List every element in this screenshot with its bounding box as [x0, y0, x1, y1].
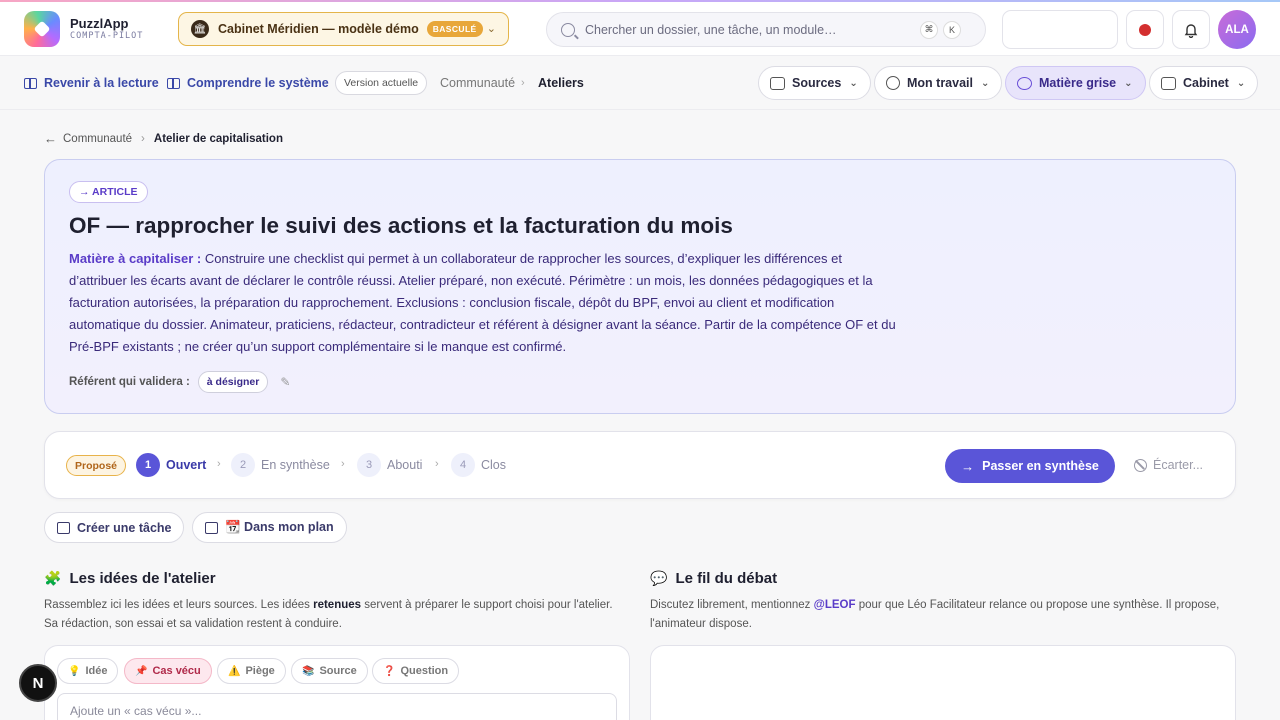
referent-value[interactable]: à désigner [197, 371, 269, 393]
breadcrumb-parent[interactable]: Communauté [63, 133, 132, 145]
idea-input[interactable] [57, 693, 617, 720]
record-button[interactable] [1126, 10, 1164, 49]
arrow-left-icon[interactable]: ← [44, 131, 57, 146]
checklist-icon [57, 521, 70, 534]
cabinet-label: Cabinet Méridien — modèle démo [218, 22, 419, 36]
subnav-crumb-parent[interactable]: Communauté [440, 76, 515, 90]
floating-action-button[interactable]: N [19, 664, 57, 702]
brain-icon [1017, 76, 1032, 90]
notifications-button[interactable] [1172, 10, 1210, 49]
add-to-plan-button[interactable]: 📆 Dans mon plan [192, 512, 347, 543]
understand-system-link[interactable]: Comprendre le système [167, 76, 329, 90]
referent-row: Référent qui validera : à désigner ✎ [69, 371, 290, 393]
chevron-right-icon: › [435, 458, 439, 470]
inbox-icon [770, 76, 785, 90]
chip-idee[interactable]: 💡 Idée [57, 658, 119, 684]
ideas-section-title: 🧩 Les idées de l'atelier [44, 570, 216, 587]
menu-sources[interactable]: Sources ⌄ [758, 66, 871, 100]
breadcrumb: ← Communauté › Atelier de capitalisation [44, 131, 283, 146]
chevron-down-icon: ⌄ [1236, 77, 1246, 89]
puzzle-icon: 🧩 [44, 570, 62, 586]
app-header: PuzzlApp COMPTA-PILOT 🏛 Cabinet Méridien… [0, 2, 1280, 56]
chip-cas-vecu[interactable]: 📌 Cas vécu [124, 658, 212, 684]
step-ouvert[interactable]: 1 Ouvert [136, 453, 206, 477]
speech-bubble-icon: 💬 [650, 570, 668, 586]
chip-source[interactable]: 📚 Source [291, 658, 368, 684]
step-clos[interactable]: 4 Clos [451, 453, 506, 477]
referent-label: Référent qui validera : [69, 376, 190, 388]
question-icon: ❓ [383, 665, 396, 677]
ban-icon [1134, 458, 1147, 472]
chip-question[interactable]: ❓ Question [372, 658, 460, 684]
shortcut-k-key: K [943, 20, 961, 39]
chip-piege[interactable]: ⚠️ Piège [217, 658, 286, 684]
menu-mon-travail[interactable]: Mon travail ⌄ [874, 66, 1003, 100]
books-icon: 📚 [302, 665, 315, 677]
shortcut-mod-key: ⌘ [920, 20, 938, 39]
debate-panel [650, 645, 1236, 720]
chevron-down-icon: ⌄ [981, 77, 990, 89]
map-icon [167, 77, 180, 89]
arrow-right-icon: → [961, 458, 975, 474]
chevron-down-icon: ⌄ [486, 23, 496, 35]
chevron-down-icon: ⌄ [849, 77, 858, 89]
subnav-crumb-current: Ateliers [538, 76, 584, 90]
article-title: OF — rapprocher le suivi des actions et … [69, 213, 733, 238]
pass-to-synthesis-button[interactable]: → Passer en synthèse [945, 449, 1115, 483]
user-avatar[interactable]: ALA [1218, 10, 1256, 49]
workflow-stepper: Proposé 1 Ouvert › 2 En synthèse › 3 Abo… [44, 431, 1236, 499]
debate-section-title: 💬 Le fil du débat [650, 570, 778, 587]
version-pill[interactable]: Version actuelle [335, 71, 428, 95]
article-card: → ARTICLE OF — rapprocher le suivi des a… [44, 159, 1236, 414]
chevron-right-icon: › [141, 132, 145, 145]
menu-cabinet[interactable]: Cabinet ⌄ [1149, 66, 1259, 100]
breadcrumb-current: Atelier de capitalisation [153, 132, 283, 145]
create-task-button[interactable]: Créer une tâche [44, 512, 185, 543]
warning-icon: ⚠️ [228, 665, 241, 677]
chevron-right-icon: › [217, 458, 221, 470]
bank-icon: 🏛 [191, 20, 209, 38]
chevron-right-icon: › [341, 458, 345, 470]
article-body-text: Construire une checklist qui permet à un… [69, 251, 896, 354]
book-icon [24, 77, 37, 89]
cabinet-selector[interactable]: 🏛 Cabinet Méridien — modèle démo BASCULÉ… [178, 12, 509, 46]
cabinet-badge: BASCULÉ [426, 21, 483, 37]
article-body: Matière à capitaliser : Construire une c… [69, 248, 899, 358]
chevron-down-icon: ⌄ [1124, 77, 1133, 89]
search-input[interactable] [585, 22, 915, 37]
debate-description: Discutez librement, mentionnez @LEOF pou… [650, 599, 1220, 630]
app-logo[interactable] [24, 11, 60, 47]
app-subtitle: COMPTA-PILOT [70, 31, 144, 41]
chevron-right-icon: › [521, 77, 525, 89]
header-widget[interactable] [1002, 10, 1118, 49]
mention-leof[interactable]: @LEOF [814, 599, 856, 611]
article-body-label: Matière à capitaliser : [69, 251, 202, 266]
article-type-pill: → ARTICLE [69, 181, 148, 203]
ideas-description: Rassemblez ici les idées et leurs source… [44, 599, 613, 630]
status-badge: Proposé [66, 455, 127, 476]
search-icon [561, 22, 575, 37]
pin-icon: 📌 [135, 665, 148, 677]
building-icon [1161, 76, 1176, 90]
search-bar[interactable]: ⌘ K [546, 12, 986, 47]
lightbulb-icon: 💡 [68, 665, 81, 677]
step-en-synthese[interactable]: 2 En synthèse [231, 453, 330, 477]
record-icon [1139, 23, 1151, 36]
bell-icon [1184, 23, 1198, 38]
step-abouti[interactable]: 3 Abouti [357, 453, 422, 477]
back-to-reading-link[interactable]: Revenir à la lecture [24, 76, 159, 90]
pencil-icon[interactable]: ✎ [280, 375, 290, 389]
discard-button[interactable]: Écarter... [1134, 458, 1203, 472]
menu-matiere-grise[interactable]: Matière grise ⌄ [1005, 66, 1146, 100]
target-icon [886, 76, 900, 90]
app-name: PuzzlApp [70, 16, 129, 31]
calendar-icon [205, 521, 218, 534]
sub-navigation: Revenir à la lecture Comprendre le systè… [0, 57, 1280, 110]
